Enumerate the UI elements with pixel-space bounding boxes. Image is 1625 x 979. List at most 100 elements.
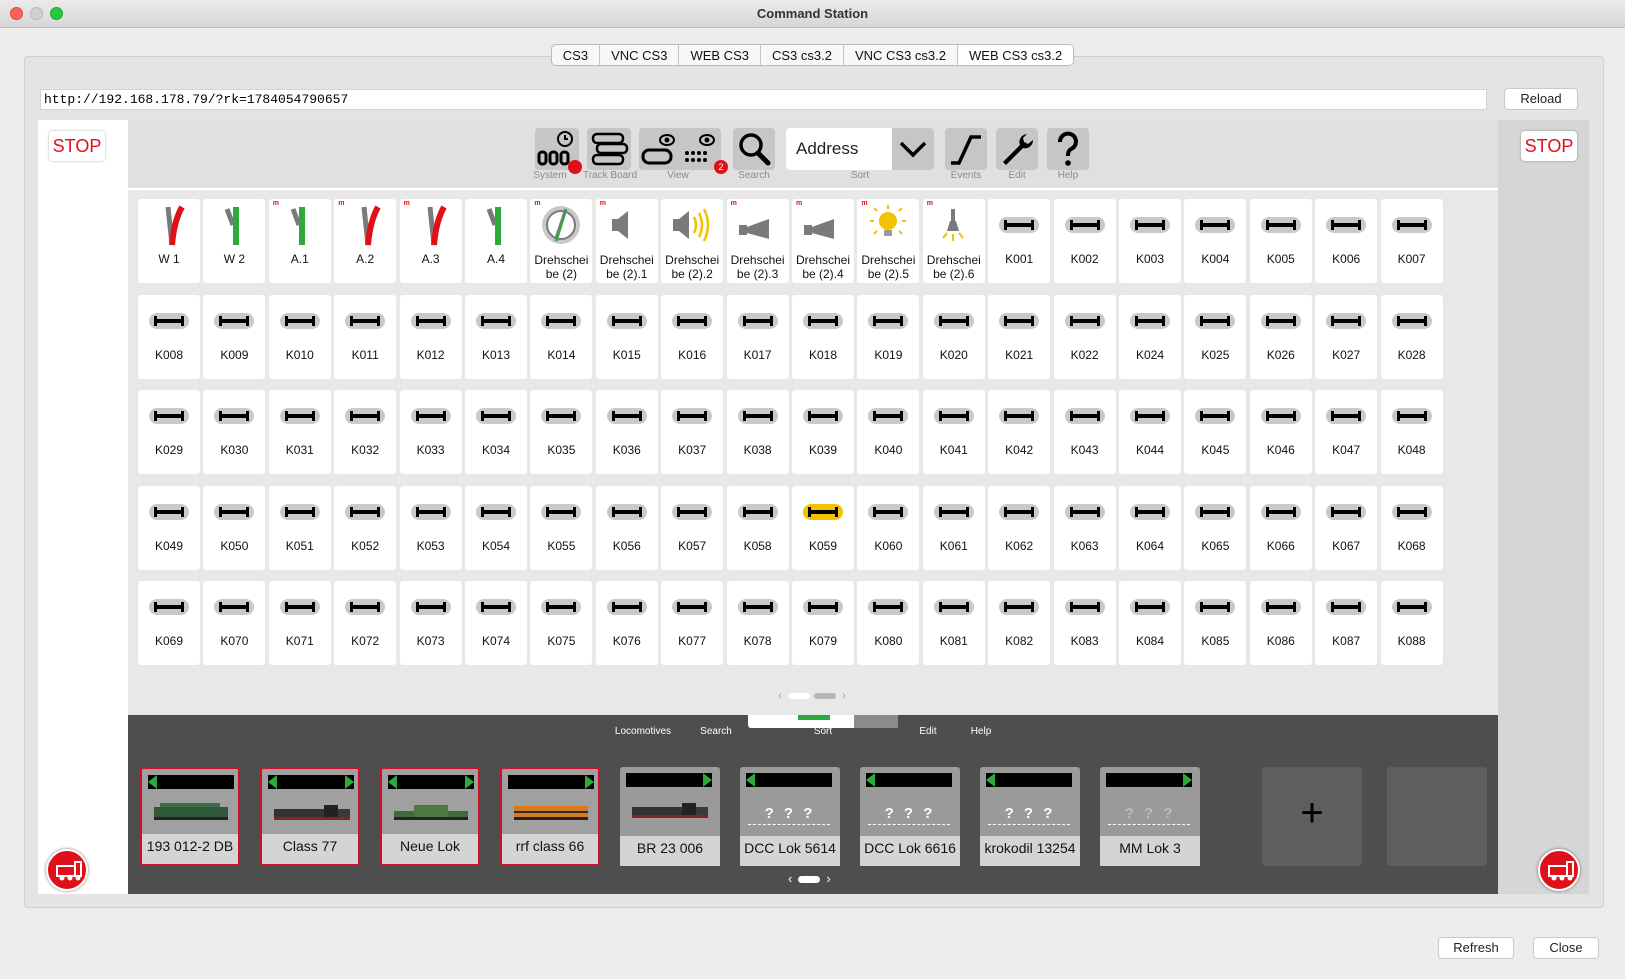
direction-left-icon[interactable] [1106, 773, 1115, 787]
article-tile[interactable]: K033 [399, 390, 462, 474]
locomotive-card[interactable]: 193 012-2 DB [140, 767, 240, 866]
stop-button-right[interactable]: STOP [1521, 131, 1577, 161]
article-tile[interactable]: K016 [661, 294, 724, 379]
article-tile[interactable]: K009 [203, 294, 266, 379]
article-tile[interactable]: K006 [1315, 199, 1378, 283]
article-tile[interactable]: K043 [1053, 390, 1116, 474]
article-tile[interactable]: K011 [334, 294, 397, 379]
article-tile[interactable]: K013 [465, 294, 527, 379]
article-tile[interactable]: K065 [1184, 485, 1247, 570]
tab-2[interactable]: WEB CS3 [679, 45, 761, 65]
speed-bar[interactable] [986, 773, 1072, 787]
article-tile[interactable]: K047 [1315, 390, 1378, 474]
locomotive-card[interactable]: ? ? ? krokodil 13254 [980, 767, 1080, 866]
article-tile[interactable]: K032 [334, 390, 397, 474]
article-tile[interactable]: K021 [988, 294, 1051, 379]
article-tile[interactable]: W 2 [203, 199, 266, 283]
article-tile[interactable]: K046 [1249, 390, 1312, 474]
article-tile[interactable]: m Drehschei be (2).1 [595, 199, 658, 283]
stop-button-left[interactable]: STOP [49, 131, 105, 161]
article-tile[interactable]: K066 [1249, 485, 1312, 570]
speed-bar[interactable] [268, 775, 354, 789]
article-tile[interactable]: K041 [922, 390, 985, 474]
article-tile[interactable]: K025 [1184, 294, 1247, 379]
article-tile[interactable]: K053 [399, 485, 462, 570]
track-board-button[interactable] [587, 128, 631, 170]
direction-right-icon[interactable] [1063, 773, 1072, 787]
article-tile[interactable]: Drehschei be (2).2 [661, 199, 724, 283]
direction-left-icon[interactable] [388, 775, 397, 789]
article-tile[interactable]: K027 [1315, 294, 1378, 379]
article-tile[interactable]: K012 [399, 294, 462, 379]
article-tile[interactable]: K049 [138, 485, 200, 570]
article-tile[interactable]: K037 [661, 390, 724, 474]
article-tile[interactable]: K083 [1053, 581, 1116, 665]
article-tile[interactable]: K017 [726, 294, 789, 379]
article-tile[interactable]: K067 [1315, 485, 1378, 570]
pager-next-icon[interactable]: › [842, 688, 846, 702]
article-tile[interactable]: K052 [334, 485, 397, 570]
article-tile[interactable]: K075 [530, 581, 593, 665]
direction-left-icon[interactable] [986, 773, 995, 787]
speed-bar[interactable] [148, 775, 234, 789]
article-tile[interactable]: K078 [726, 581, 789, 665]
article-tile[interactable]: K045 [1184, 390, 1247, 474]
article-tile[interactable]: K069 [138, 581, 200, 665]
article-tile[interactable]: K072 [334, 581, 397, 665]
article-tile[interactable]: K042 [988, 390, 1051, 474]
article-tile[interactable]: K038 [726, 390, 789, 474]
article-tile[interactable]: K044 [1119, 390, 1181, 474]
article-tile[interactable]: K040 [857, 390, 920, 474]
article-tile[interactable]: K036 [595, 390, 658, 474]
article-tile[interactable]: K062 [988, 485, 1051, 570]
article-tile[interactable]: m Drehschei be (2).3 [726, 199, 789, 283]
article-tile[interactable]: K014 [530, 294, 593, 379]
refresh-button[interactable]: Refresh [1438, 937, 1514, 959]
article-tile[interactable]: m A.2 [334, 199, 397, 283]
direction-left-icon[interactable] [148, 775, 157, 789]
pager-prev-icon[interactable]: ‹ [778, 688, 782, 702]
help-button[interactable] [1047, 128, 1089, 170]
article-tile[interactable]: K051 [268, 485, 331, 570]
article-tile[interactable]: K082 [988, 581, 1051, 665]
speed-bar[interactable] [1106, 773, 1192, 787]
article-tile[interactable]: K010 [268, 294, 331, 379]
article-tile[interactable]: K024 [1119, 294, 1181, 379]
pager-dot[interactable] [814, 692, 836, 699]
article-tile[interactable]: K068 [1380, 485, 1443, 570]
article-tile[interactable]: K008 [138, 294, 200, 379]
article-tile[interactable]: K028 [1380, 294, 1443, 379]
direction-right-icon[interactable] [225, 775, 234, 789]
speed-bar[interactable] [508, 775, 594, 789]
article-tile[interactable]: K063 [1053, 485, 1116, 570]
loco-control-button-right[interactable] [1538, 849, 1580, 891]
tab-4[interactable]: VNC CS3 cs3.2 [844, 45, 958, 65]
article-tile[interactable]: K088 [1380, 581, 1443, 665]
direction-right-icon[interactable] [465, 775, 474, 789]
tab-3[interactable]: CS3 cs3.2 [761, 45, 844, 65]
locomotive-card[interactable]: Neue Lok [380, 767, 480, 866]
direction-left-icon[interactable] [746, 773, 755, 787]
view-button[interactable] [639, 128, 721, 170]
pager-next-icon[interactable]: › [826, 871, 830, 886]
article-tile[interactable]: K003 [1119, 199, 1181, 283]
article-tile[interactable]: m Drehschei be (2).5 [857, 199, 920, 283]
article-tile[interactable]: m A.3 [399, 199, 462, 283]
article-tile[interactable]: K029 [138, 390, 200, 474]
events-button[interactable] [945, 128, 987, 170]
article-tile[interactable]: K079 [792, 581, 854, 665]
article-tile[interactable]: K030 [203, 390, 266, 474]
article-tile[interactable]: K007 [1380, 199, 1443, 283]
locomotive-card[interactable]: ? ? ? DCC Lok 5614 [740, 767, 840, 866]
search-button[interactable] [733, 128, 775, 170]
empty-locomotive-slot[interactable] [1387, 767, 1487, 866]
article-tile[interactable]: K064 [1119, 485, 1181, 570]
locomotive-card[interactable]: ? ? ? MM Lok 3 [1100, 767, 1200, 866]
article-tile[interactable]: K087 [1315, 581, 1378, 665]
direction-left-icon[interactable] [508, 775, 517, 789]
pager-dot-active[interactable] [788, 692, 810, 699]
article-tile[interactable]: m Drehschei be (2) [530, 199, 593, 283]
article-tile[interactable]: K070 [203, 581, 266, 665]
direction-right-icon[interactable] [1183, 773, 1192, 787]
sort-dropdown-button[interactable] [892, 128, 934, 170]
